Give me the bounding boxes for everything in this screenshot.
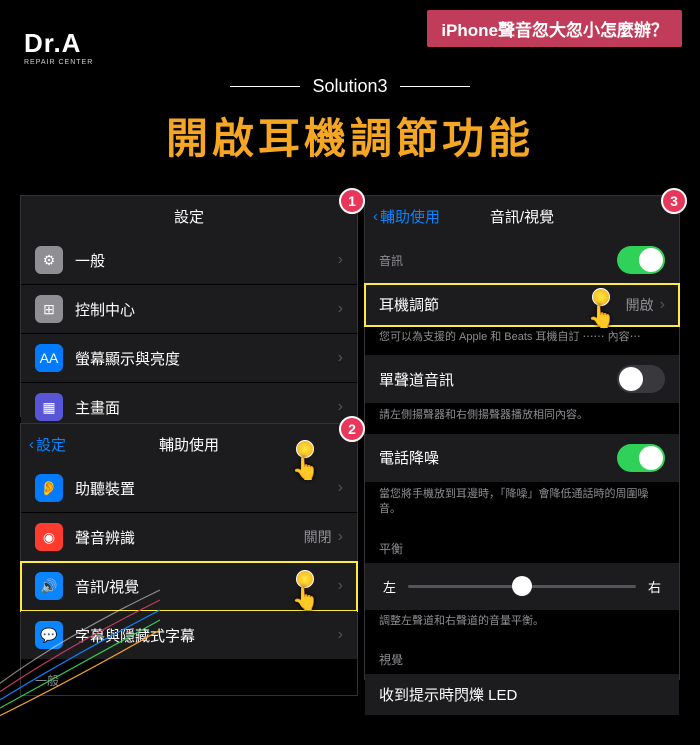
list-item[interactable]: ⊞ 控制中心 › <box>21 285 357 334</box>
main-title: 開啟耳機調節功能 <box>18 105 682 166</box>
pointer-hand-icon: 👆 <box>588 288 615 330</box>
solution-label: Solution3 <box>18 76 682 97</box>
pointer-hand-icon: 👆 <box>292 440 319 482</box>
decorative-lines <box>0 540 160 740</box>
chevron-right-icon: › <box>338 528 343 546</box>
item-icon: 👂 <box>35 474 63 502</box>
nav-header: ‹ 輔助使用 音訊/視覺 <box>365 196 679 236</box>
nav-header: 設定 <box>21 196 357 236</box>
chevron-right-icon: › <box>338 398 343 416</box>
item-headphone-accommodations[interactable]: 耳機調節 開啟 › 👆 <box>365 284 679 326</box>
item-label: 一般 <box>75 250 338 271</box>
back-button[interactable]: ‹ 輔助使用 <box>373 206 440 227</box>
pointer-hand-icon: 👆 <box>292 570 319 612</box>
item-label: 控制中心 <box>75 299 338 320</box>
chevron-right-icon: › <box>338 479 343 497</box>
list-item[interactable]: AA 螢幕顯示與亮度 › <box>21 334 357 383</box>
top-toggle-row: 音訊 <box>365 236 679 284</box>
logo-sub: REPAIR CENTER <box>24 59 93 66</box>
item-value: 關閉 <box>304 527 332 547</box>
balance-subtitle: 調整左聲道和右聲道的音量平衡。 <box>365 610 679 639</box>
list-item[interactable]: ⚙ 一般 › <box>21 236 357 285</box>
chevron-right-icon: › <box>338 626 343 644</box>
audio-section-label: 音訊 <box>379 252 617 269</box>
item-label: 螢幕顯示與亮度 <box>75 348 338 369</box>
item-led-flash[interactable]: 收到提示時閃爍 LED <box>365 674 679 715</box>
chevron-right-icon: › <box>338 300 343 318</box>
logo: Dr.A REPAIR CENTER <box>24 28 93 66</box>
hp-subtitle: 您可以為支援的 Apple 和 Beats 耳機自訂 ⋯⋯ 內容⋯ <box>365 326 679 355</box>
item-icon: ⊞ <box>35 295 63 323</box>
item-label: 主畫面 <box>75 397 338 418</box>
back-button[interactable]: ‹ 設定 <box>29 434 66 455</box>
noise-subtitle: 當您將手機放到耳邊時，「降噪」會降低通話時的周圍噪音。 <box>365 483 679 528</box>
question-banner: iPhone聲音忽大忽小怎麼辦？ <box>427 10 682 47</box>
toggle-on[interactable] <box>617 246 665 274</box>
balance-label: 平衡 <box>365 528 679 563</box>
logo-main: Dr.A <box>24 28 93 59</box>
step-badge-1: 1 <box>339 188 365 214</box>
balance-right: 右 <box>648 577 661 596</box>
toggle-off[interactable] <box>617 365 665 393</box>
item-icon: ⚙ <box>35 246 63 274</box>
balance-slider-row: 左 右 <box>365 563 679 610</box>
step-badge-2: 2 <box>339 416 365 442</box>
balance-left: 左 <box>383 577 396 596</box>
toggle-on[interactable] <box>617 444 665 472</box>
step-badge-3: 3 <box>661 188 687 214</box>
item-noise-cancel[interactable]: 電話降噪 <box>365 434 679 483</box>
visual-section: 視覺 <box>365 639 679 674</box>
chevron-right-icon: › <box>338 577 343 595</box>
panel-audio-visual: 3 ‹ 輔助使用 音訊/視覺 音訊 耳機調節 開啟 › 👆 您可以為支援的 Ap… <box>364 195 680 680</box>
panel-settings: 1 設定 ⚙ 一般 › ⊞ 控制中心 › AA 螢幕顯示與亮度 › ▦ 主畫面 … <box>20 195 358 417</box>
chevron-right-icon: › <box>338 251 343 269</box>
mono-subtitle: 請左側揚聲器和右側揚聲器播放相同內容。 <box>365 404 679 433</box>
balance-slider[interactable] <box>408 585 636 588</box>
item-mono-audio[interactable]: 單聲道音訊 <box>365 355 679 404</box>
item-icon: AA <box>35 344 63 372</box>
chevron-right-icon: › <box>660 296 665 314</box>
item-icon: ▦ <box>35 393 63 421</box>
chevron-right-icon: › <box>338 349 343 367</box>
slider-thumb[interactable] <box>512 576 532 596</box>
